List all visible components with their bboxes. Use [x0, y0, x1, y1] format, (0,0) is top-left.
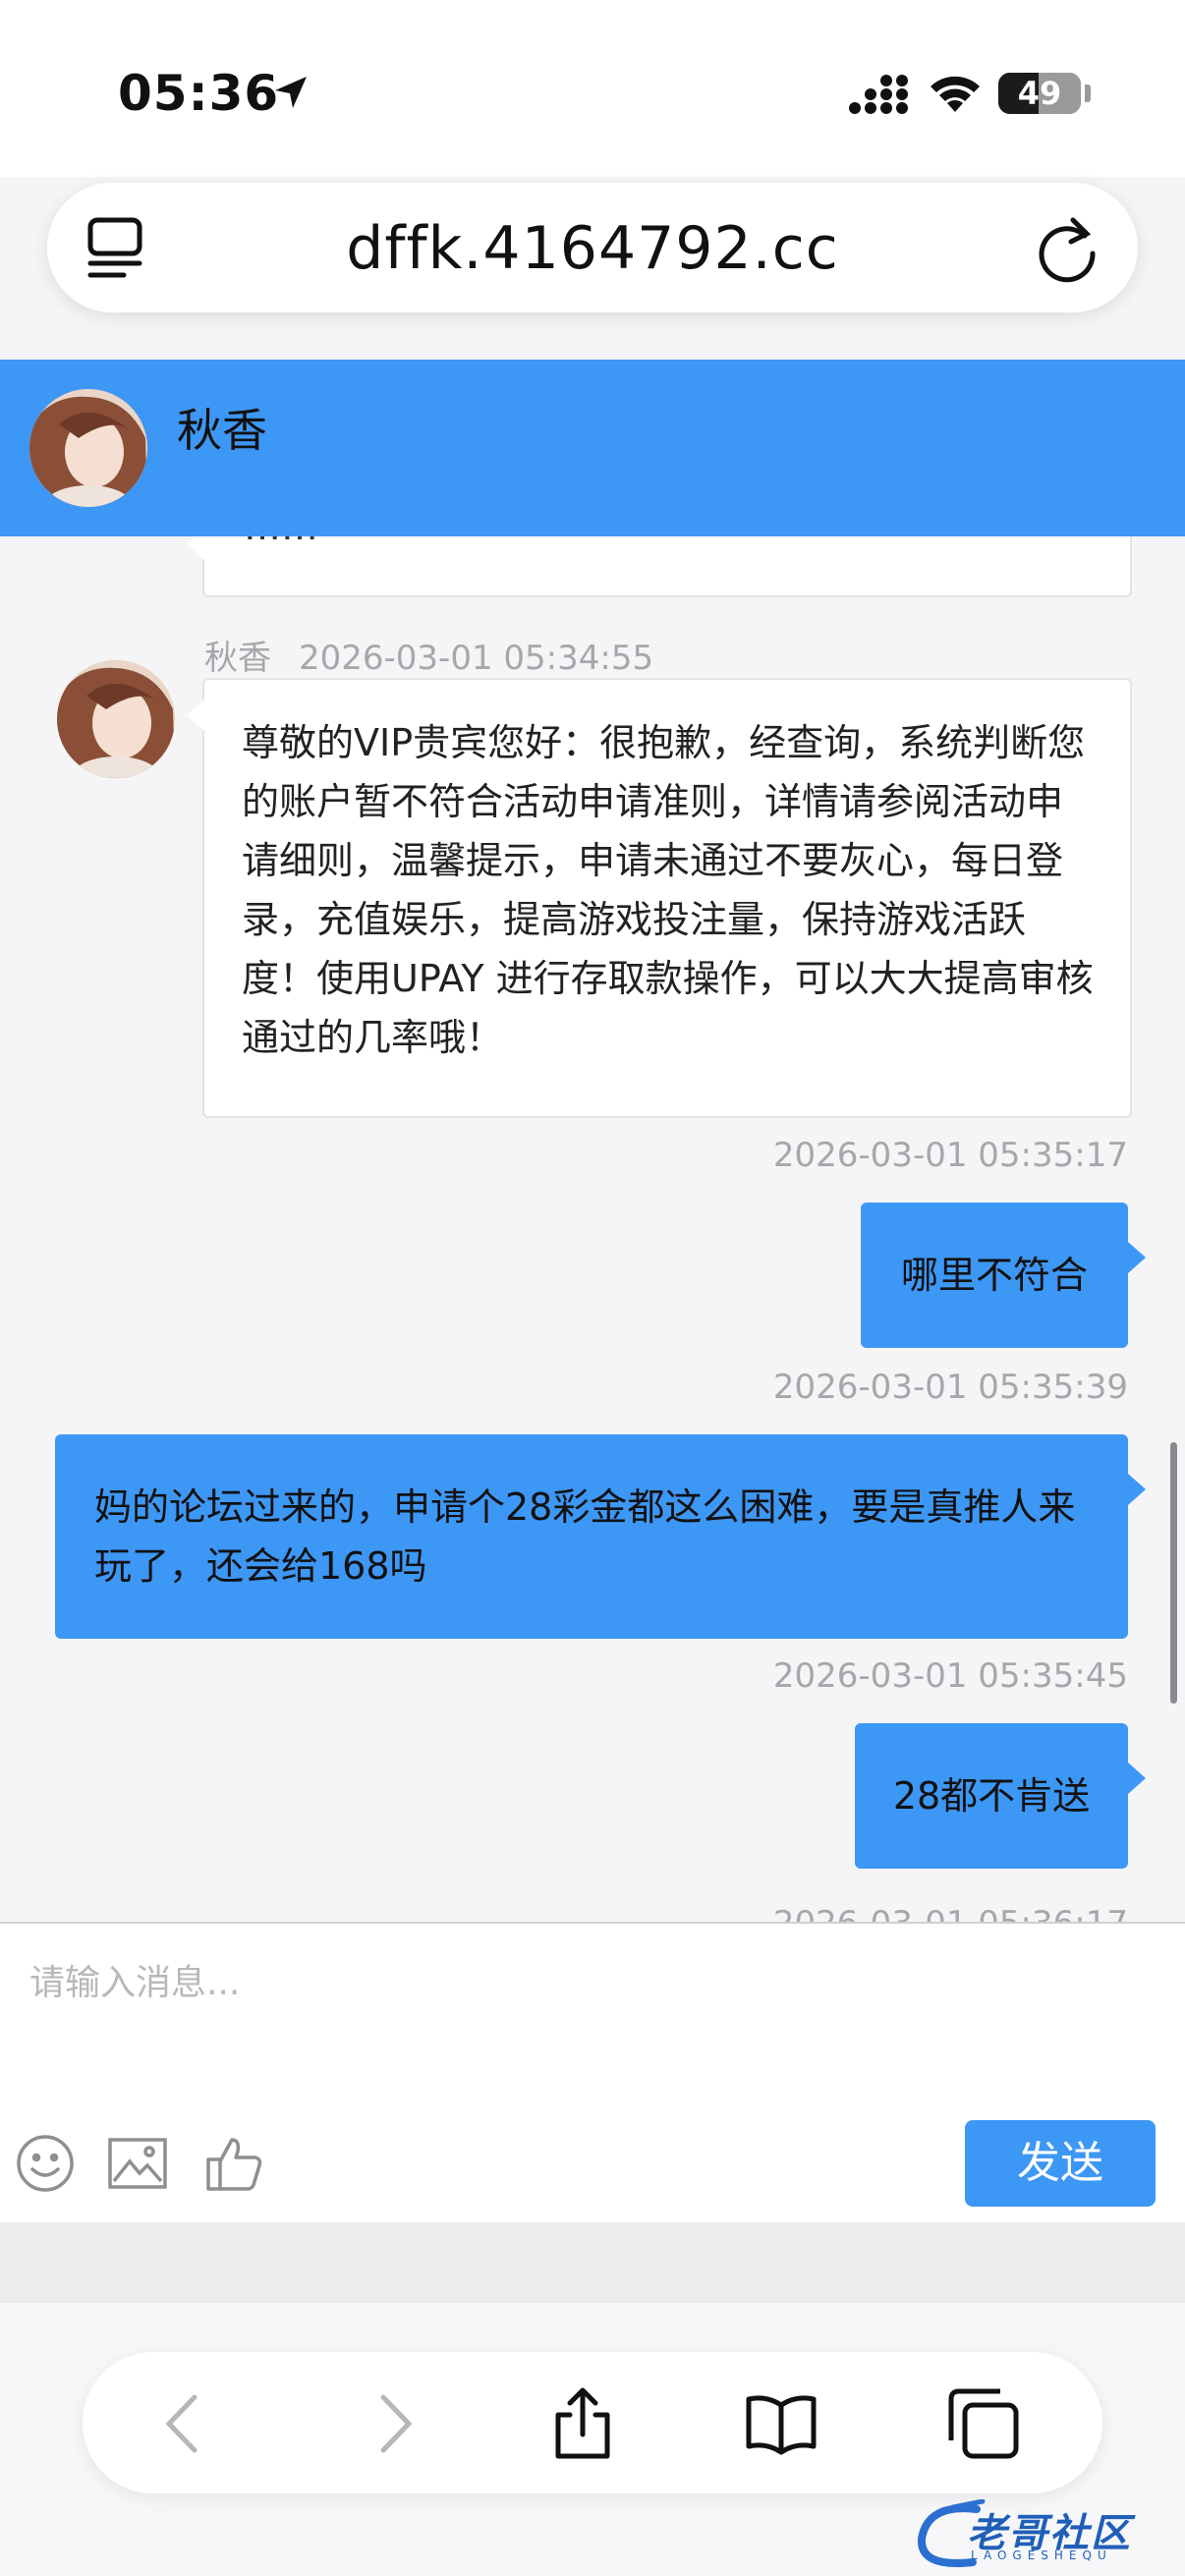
- message-text: 妈的论坛过来的，申请个28彩金都这么困难，要是真推人来玩了，还会给168吗: [94, 1485, 1076, 1588]
- bookmarks-icon[interactable]: [743, 2385, 819, 2462]
- message-sender: 秋香: [204, 639, 271, 678]
- image-icon[interactable]: [106, 2132, 169, 2195]
- outgoing-message-bubble: 妈的论坛过来的，申请个28彩金都这么困难，要是真推人来玩了，还会给168吗: [55, 1434, 1146, 1639]
- incoming-message-bubble: 尊敬的VIP贵宾您好：很抱歉，经查询，系统判断您的账户暂不符合活动申请准则，详情…: [187, 678, 1132, 1118]
- message-text: 28都不肯送: [892, 1774, 1091, 1818]
- sender-avatar[interactable]: [57, 660, 175, 778]
- watermark-logo: 老哥社区 LAOGESHEQU: [914, 2495, 1175, 2574]
- previous-message-text: ……: [244, 536, 318, 548]
- contact-avatar[interactable]: [29, 389, 147, 507]
- cellular-signal-icon: [849, 75, 908, 114]
- message-input[interactable]: [29, 1953, 914, 2012]
- location-arrow-icon: [275, 77, 307, 108]
- send-button[interactable]: 发送: [965, 2120, 1156, 2207]
- previous-message-bubble: ……: [187, 536, 1132, 597]
- message-time: 2026-03-01 05:34:55: [299, 639, 654, 678]
- message-meta: 秋香 2026-03-01 05:34:55: [204, 631, 681, 679]
- battery-percent: 49: [1017, 75, 1062, 112]
- message-text: 哪里不符合: [900, 1254, 1088, 1297]
- outgoing-message-bubble: 哪里不符合: [861, 1203, 1146, 1348]
- battery-indicator: 49: [998, 73, 1081, 114]
- chat-header: 秋香: [0, 360, 1185, 536]
- message-time: 2026-03-01 05:36:17: [773, 1904, 1128, 1922]
- message-time: 2026-03-01 05:35:17: [772, 1136, 1128, 1175]
- toolbar-pill: [83, 2352, 1102, 2493]
- emoji-icon[interactable]: [14, 2132, 77, 2195]
- status-bar: 05:36 49: [0, 0, 1185, 177]
- outgoing-message-bubble: 28都不肯送: [855, 1723, 1146, 1869]
- contact-name: 秋香: [177, 404, 267, 457]
- message-text: 尊敬的VIP贵宾您好：很抱歉，经查询，系统判断您的账户暂不符合活动申请准则，详情…: [242, 721, 1094, 1059]
- chat-messages[interactable]: …… 秋香 2026-03-01 05:34:55 尊敬的VIP贵宾您好：很抱歉，…: [0, 536, 1185, 1922]
- watermark-subtext: LAOGESHEQU: [971, 2548, 1112, 2562]
- message-time: 2026-03-01 05:35:39: [772, 1368, 1128, 1407]
- forward-icon[interactable]: [356, 2385, 432, 2462]
- message-composer: 发送: [0, 1922, 1185, 2224]
- battery-cap: [1085, 84, 1091, 102]
- url-text[interactable]: dffk.4164792.cc: [47, 214, 1138, 283]
- reload-icon[interactable]: [1034, 212, 1102, 283]
- chat-scrollbar[interactable]: [1170, 1442, 1177, 1704]
- share-icon[interactable]: [544, 2385, 621, 2462]
- wifi-icon: [931, 76, 980, 112]
- page-bottom-strip: [0, 2222, 1185, 2303]
- message-time: 2026-03-01 05:35:45: [772, 1656, 1128, 1696]
- status-time: 05:36: [118, 65, 280, 122]
- address-bar[interactable]: dffk.4164792.cc: [47, 183, 1138, 312]
- thumbs-up-icon[interactable]: [202, 2132, 265, 2195]
- tab-switcher-icon[interactable]: [945, 2385, 1022, 2462]
- back-icon[interactable]: [145, 2385, 222, 2462]
